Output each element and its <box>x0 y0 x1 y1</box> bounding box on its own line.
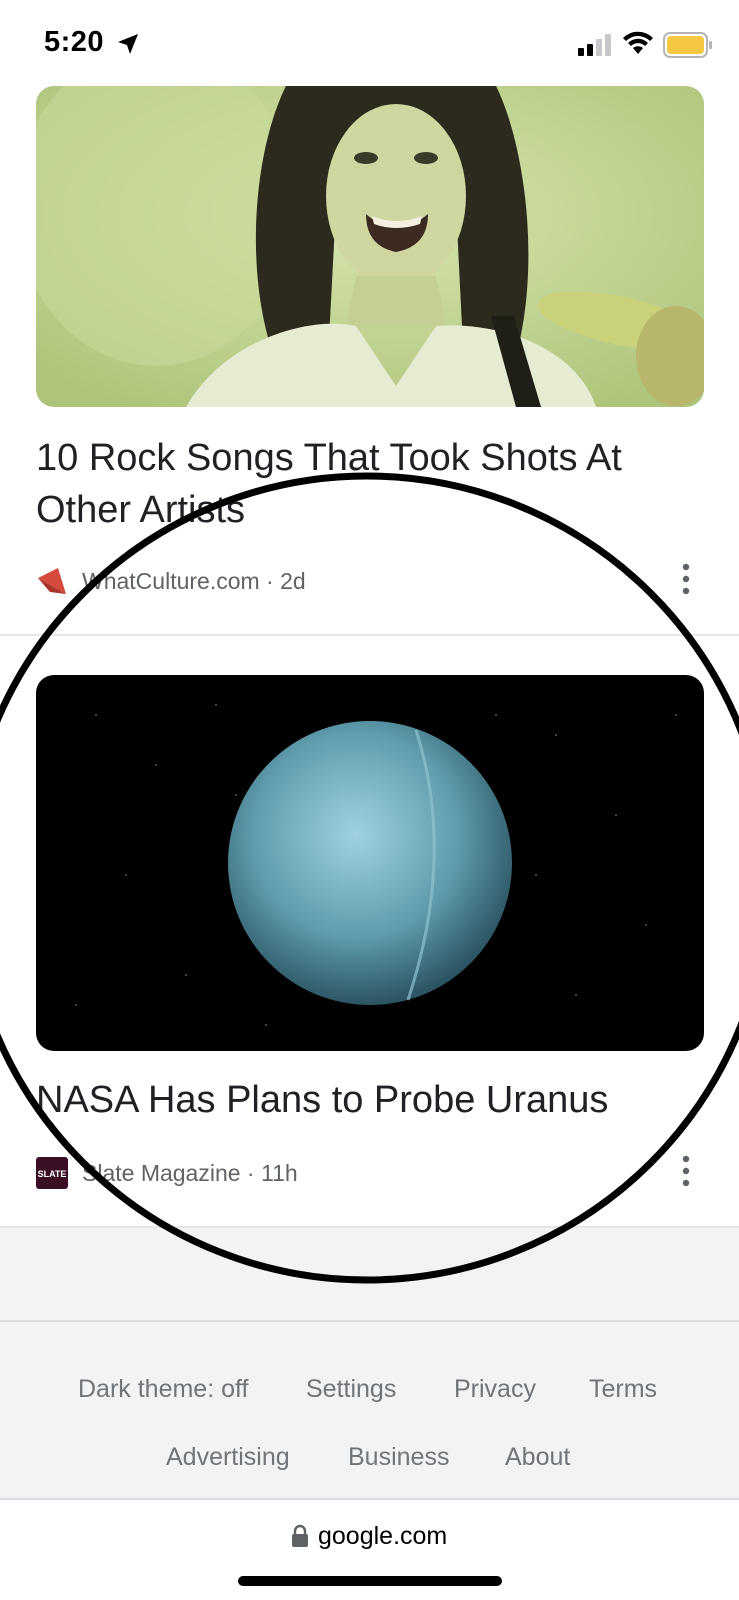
slate-logo-icon: SLATE <box>36 1157 68 1189</box>
musician-video-still <box>36 86 704 407</box>
footer-link-dark-theme[interactable]: Dark theme: off <box>78 1375 248 1404</box>
lock-icon <box>292 1524 308 1547</box>
home-indicator[interactable] <box>238 1576 502 1586</box>
more-options-icon[interactable] <box>674 562 698 596</box>
article-title[interactable]: NASA Has Plans to Probe Uranus <box>36 1074 696 1126</box>
footer: Dark theme: off Settings Privacy Terms A… <box>0 1228 739 1498</box>
uranus-planet-image <box>36 675 704 1051</box>
footer-link-settings[interactable]: Settings <box>306 1375 396 1404</box>
footer-link-privacy[interactable]: Privacy <box>454 1375 536 1404</box>
status-time: 5:20 <box>44 26 105 58</box>
url-bar-divider <box>0 1498 739 1500</box>
footer-link-terms[interactable]: Terms <box>589 1375 657 1404</box>
article-title[interactable]: 10 Rock Songs That Took Shots At Other A… <box>36 432 696 536</box>
footer-link-business[interactable]: Business <box>348 1443 449 1472</box>
article-image-uranus[interactable] <box>36 675 704 1051</box>
footer-link-advertising[interactable]: Advertising <box>166 1443 290 1472</box>
more-options-icon[interactable] <box>674 1154 698 1188</box>
battery-icon <box>663 32 712 58</box>
whatculture-logo-icon <box>38 568 66 594</box>
article-source[interactable]: WhatCulture.com · 2d <box>82 568 306 595</box>
article-source-row: SLATE Slate Magazine · 11h <box>36 1156 298 1190</box>
article-source[interactable]: Slate Magazine · 11h <box>82 1160 298 1187</box>
svg-text:SLATE: SLATE <box>38 1169 67 1179</box>
location-arrow-icon <box>118 34 138 54</box>
url-text[interactable]: google.com <box>318 1522 447 1551</box>
cellular-signal-icon <box>578 34 611 56</box>
footer-link-about[interactable]: About <box>505 1443 570 1472</box>
article-image-musician[interactable] <box>36 86 704 407</box>
wifi-icon <box>623 31 653 54</box>
divider <box>0 634 739 636</box>
status-bar: 5:20 <box>0 0 739 90</box>
footer-divider <box>0 1320 739 1322</box>
article-source-row: WhatCulture.com · 2d <box>36 564 306 598</box>
